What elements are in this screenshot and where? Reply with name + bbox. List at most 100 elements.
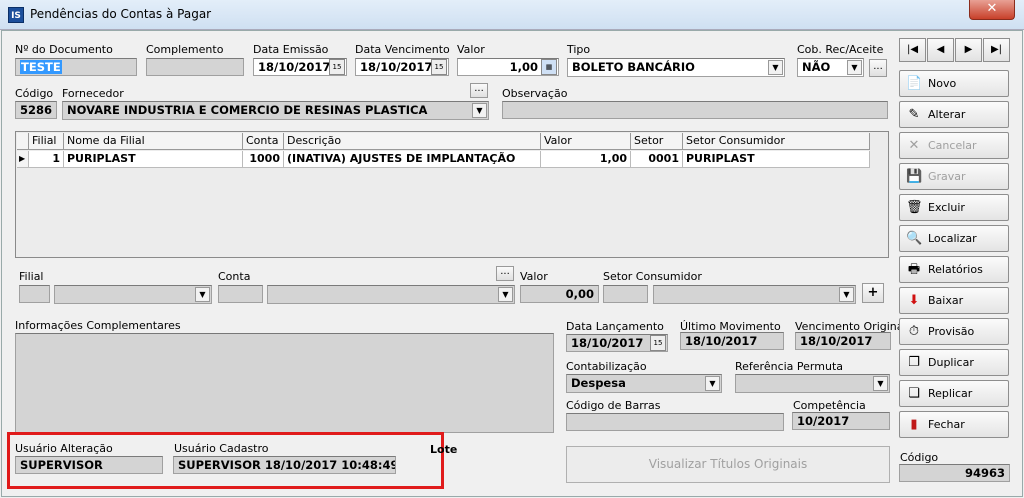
save-icon: 💾 [906,169,923,184]
cell-valor[interactable]: 1,00 [541,151,631,168]
prev-record-button[interactable]: ◀ [927,38,954,62]
add-item-button[interactable]: + [862,283,884,303]
col-header[interactable]: Descrição [284,133,541,150]
doc-number-field[interactable]: TESTE [15,58,137,76]
alterar-label: Alterar [928,108,966,121]
fechar-button[interactable]: ▮ Fechar [899,411,1009,438]
gravar-button[interactable]: 💾 Gravar [899,163,1009,190]
replicar-label: Replicar [928,387,973,400]
provisao-label: Provisão [928,325,975,338]
entry-conta-code[interactable] [218,285,263,303]
competencia-field[interactable]: 10/2017 [792,412,890,430]
entry-conta-select[interactable]: ▼ [267,285,515,304]
grid-corner [17,133,29,150]
novo-button[interactable]: 📄 Novo [899,70,1009,97]
app-icon: IS [8,7,24,23]
barras-label: Código de Barras [566,399,661,412]
fechar-label: Fechar [928,418,965,431]
contab-label: Contabilização [566,360,647,373]
emissao-calendar-icon[interactable]: 15 [329,59,345,75]
doc-label: Nº do Documento [15,43,113,56]
cell-nome-filial[interactable]: PURIPLAST [64,151,243,168]
tipo-select[interactable]: BOLETO BANCÁRIO ▼ [567,58,785,77]
chevron-down-icon: ▼ [498,287,513,302]
alteracao-field: SUPERVISOR [15,456,163,474]
lancamento-calendar-icon[interactable]: 15 [650,335,666,351]
cob-label: Cob. Rec/Aceite [797,43,884,56]
visualizar-titulos-button[interactable]: Visualizar Títulos Originais [566,446,890,483]
col-header[interactable]: Conta [243,133,284,150]
lancamento-label: Data Lançamento [566,320,664,333]
permuta-select[interactable]: ▼ [735,374,890,393]
venc-original-field: 18/10/2017 [795,332,891,350]
cell-descricao[interactable]: (INATIVA) AJUSTES DE IMPLANTAÇÃO [284,151,541,168]
duplicar-button[interactable]: ❐ Duplicar [899,349,1009,376]
close-button[interactable]: ✕ [969,0,1015,20]
codigo-field[interactable]: 5286 [15,101,57,119]
chevron-down-icon: ▼ [839,287,854,302]
col-header[interactable]: Filial [29,133,64,150]
cell-conta[interactable]: 1000 [243,151,284,168]
cadastro-label: Usuário Cadastro [174,442,269,455]
alteracao-label: Usuário Alteração [15,442,113,455]
cell-filial[interactable]: 1 [29,151,64,168]
items-grid[interactable]: Filial Nome da Filial Conta Descrição Va… [15,131,889,258]
vencimento-calendar-icon[interactable]: 15 [431,59,447,75]
excluir-label: Excluir [928,201,965,214]
complemento-field[interactable] [146,58,244,76]
last-record-button[interactable]: ▶| [983,38,1010,62]
conta-ellipsis-button[interactable]: ... [496,266,514,281]
new-document-icon: 📄 [906,76,923,91]
info-memo[interactable] [15,333,554,433]
relatorios-button[interactable]: 🖶 Relatórios [899,256,1009,283]
competencia-label: Competência [793,399,866,412]
entry-setor-code[interactable] [603,285,648,303]
entry-filial-label: Filial [19,270,44,283]
trash-icon: 🗑 [906,200,923,215]
chevron-down-icon: ▼ [195,287,210,302]
window-title: Pendências do Contas à Pagar [30,7,212,21]
calculator-icon[interactable]: ▦ [541,59,557,75]
barras-field[interactable] [566,413,784,431]
next-record-button[interactable]: ▶ [955,38,982,62]
contab-select[interactable]: Despesa ▼ [566,374,722,393]
exit-door-icon: ▮ [910,417,918,432]
entry-setor-label: Setor Consumidor [603,270,702,283]
localizar-button[interactable]: 🔍 Localizar [899,225,1009,252]
col-header[interactable]: Valor [541,133,631,150]
col-header[interactable]: Setor [631,133,683,150]
baixar-button[interactable]: ⬇ Baixar [899,287,1009,314]
chevron-down-icon: ▼ [847,60,862,75]
novo-label: Novo [928,77,957,90]
chevron-down-icon: ▼ [768,60,783,75]
entry-valor-label: Valor [520,270,548,283]
cancelar-label: Cancelar [928,139,977,152]
entry-valor-field[interactable]: 0,00 [520,285,599,303]
entry-filial-code[interactable] [19,285,50,303]
fornecedor-label: Fornecedor [62,87,124,100]
ultimo-field: 18/10/2017 [680,332,784,350]
fornecedor-ellipsis-button[interactable]: ... [470,83,488,98]
complemento-label: Complemento [146,43,224,56]
entry-filial-select[interactable]: ▼ [54,285,212,304]
provisao-button[interactable]: ⏱ Provisão [899,318,1009,345]
fornecedor-select[interactable]: NOVARE INDUSTRIA E COMERCIO DE RESINAS P… [62,101,489,120]
first-record-button[interactable]: |◀ [899,38,926,62]
cell-setor[interactable]: 0001 [631,151,683,168]
col-header[interactable]: Nome da Filial [64,133,243,150]
observacao-field[interactable] [502,101,888,119]
col-header[interactable]: Setor Consumidor [683,133,870,150]
excluir-button[interactable]: 🗑 Excluir [899,194,1009,221]
cob-ellipsis-button[interactable]: ... [869,59,887,77]
cell-setor-consumidor[interactable]: PURIPLAST [683,151,870,168]
doc-number-value: TESTE [20,60,62,74]
cob-select[interactable]: NÃO ▼ [797,58,864,77]
row-marker-icon: ▶ [17,151,29,168]
replicar-button[interactable]: ❏ Replicar [899,380,1009,407]
duplicate-icon: ❐ [908,355,920,370]
alterar-button[interactable]: ✎ Alterar [899,101,1009,128]
entry-setor-select[interactable]: ▼ [653,285,856,304]
baixar-label: Baixar [928,294,964,307]
chevron-down-icon: ▼ [705,376,720,391]
cancelar-button[interactable]: ✕ Cancelar [899,132,1009,159]
